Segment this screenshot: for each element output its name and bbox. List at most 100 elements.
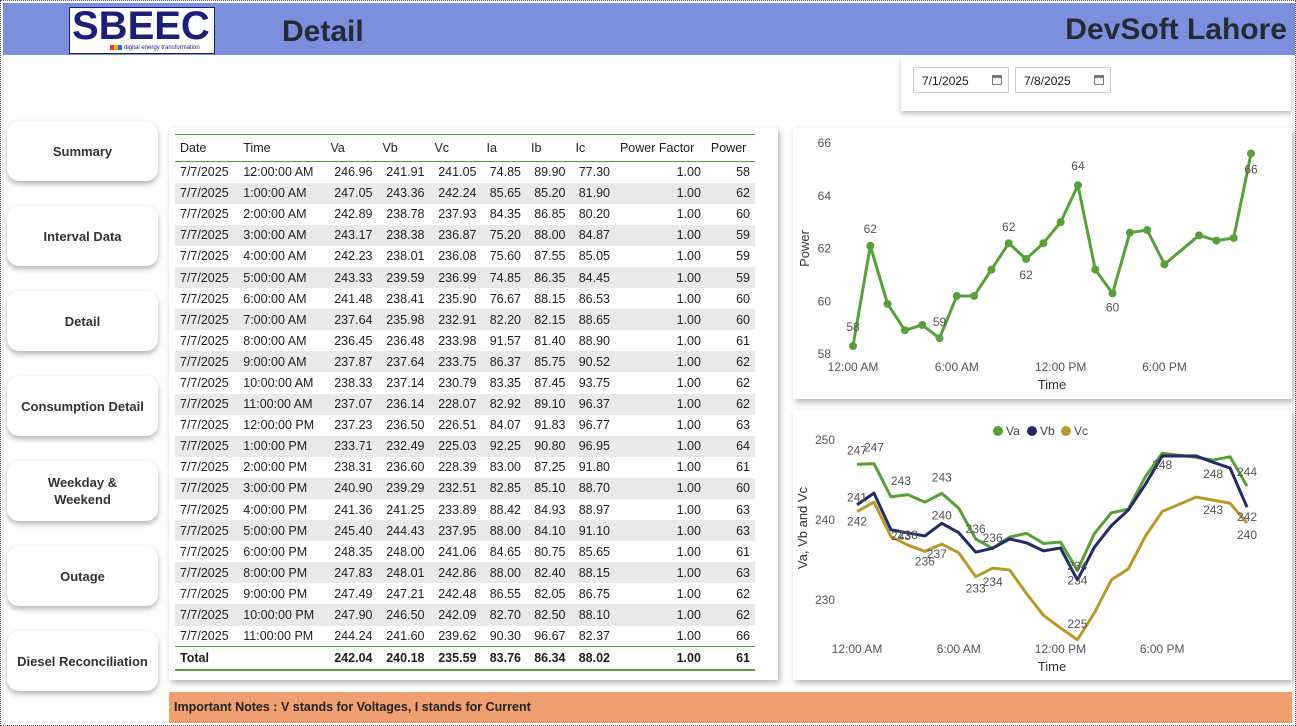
cell-time: 8:00:00 PM [238, 562, 326, 584]
cell-ib: 84.10 [525, 520, 571, 542]
data-point[interactable] [849, 342, 857, 351]
cell-ia: 91.57 [489, 333, 521, 348]
series-line-vc [856, 495, 1249, 642]
data-point[interactable] [1212, 236, 1221, 245]
cell-ib: 85.10 [525, 477, 571, 499]
cell-time: 10:00:00 AM [243, 375, 314, 390]
cell-power-factor: 1.00 [676, 249, 701, 264]
column-header-va[interactable]: Va [325, 134, 378, 162]
nav-diesel-reconciliation-button[interactable]: Diesel Reconciliation [7, 631, 158, 691]
data-point[interactable] [970, 291, 979, 300]
cell-ic: 86.75 [578, 586, 610, 601]
cell-vc: 233.75 [429, 351, 482, 373]
cell-ib: 84.93 [534, 502, 566, 517]
cell-time: 1:00:00 PM [238, 435, 326, 457]
y-tick-label: 62 [818, 242, 832, 256]
legend-label[interactable]: Vc [1074, 424, 1088, 438]
data-label: 242 [847, 515, 867, 529]
data-point[interactable] [1229, 233, 1238, 242]
cell-ib: 89.90 [534, 165, 566, 180]
cell-vb: 236.50 [386, 418, 425, 433]
column-header-date[interactable]: Date [175, 134, 239, 162]
data-point[interactable] [866, 241, 875, 250]
total-cell-power: 61 [705, 646, 755, 671]
end-date-input[interactable]: 7/8/2025 [1015, 67, 1111, 93]
data-point[interactable] [883, 299, 892, 308]
data-point[interactable] [1125, 228, 1134, 237]
cell-vc: 237.93 [438, 207, 477, 222]
nav-outage-button[interactable]: Outage [7, 546, 158, 606]
cell-ia: 84.35 [489, 207, 521, 222]
column-header-vc[interactable]: Vc [429, 134, 482, 162]
logo-tagline-text: digital energy transformation [124, 45, 200, 52]
cell-time: 6:00:00 PM [243, 544, 308, 559]
cell-date: 7/7/2025 [175, 266, 239, 289]
cell-ia: 84.07 [489, 418, 521, 433]
column-header-time[interactable]: Time [238, 134, 326, 162]
cell-date: 7/7/2025 [180, 460, 229, 475]
column-header-ia[interactable]: Ia [481, 134, 526, 162]
data-point[interactable] [1056, 218, 1065, 227]
data-point[interactable] [900, 326, 909, 335]
data-point[interactable] [952, 291, 961, 300]
cell-ib: 81.40 [534, 333, 566, 348]
cell-vb: 238.38 [377, 224, 430, 246]
nav-summary-button[interactable]: Summary [7, 121, 158, 181]
cell-vc: 225.03 [429, 435, 482, 457]
column-header-power[interactable]: Power [705, 134, 755, 162]
data-point[interactable] [987, 265, 996, 274]
nav-consumption-detail-button[interactable]: Consumption Detail [7, 376, 158, 436]
cell-power-factor: 1.00 [614, 351, 706, 373]
data-point[interactable] [1022, 255, 1031, 264]
data-label: 62 [1002, 220, 1016, 234]
column-header-vb[interactable]: Vb [377, 134, 430, 162]
cell-vb: 238.01 [386, 249, 425, 264]
nav-detail-button[interactable]: Detail [7, 291, 158, 351]
cell-vc: 242.86 [429, 562, 482, 584]
nav-weekday-weekend-button[interactable]: Weekday & Weekend [7, 461, 158, 521]
data-point[interactable] [1039, 239, 1048, 248]
data-point[interactable] [1004, 239, 1013, 248]
total-cell-time [238, 646, 326, 671]
table-row: 7/7/2025 3:00:00 PM 240.90 239.29 232.51 82.8… [175, 477, 755, 499]
data-point[interactable] [935, 334, 944, 343]
cell-vc: 236.87 [429, 224, 482, 246]
legend-label[interactable]: Vb [1040, 424, 1055, 438]
cell-ib: 88.15 [534, 291, 566, 306]
table-row: 7/7/2025 2:00:00 PM 238.31 236.60 228.39 83.0… [175, 457, 755, 478]
calendar-icon[interactable] [992, 75, 1002, 85]
cell-power: 63 [705, 520, 755, 542]
data-point[interactable] [1143, 226, 1152, 235]
cell-ib: 87.55 [534, 249, 566, 264]
column-header-ic[interactable]: Ic [570, 134, 615, 162]
data-label: 243 [932, 470, 952, 484]
data-point[interactable] [1091, 265, 1100, 274]
cell-time: 2:00:00 AM [243, 207, 307, 222]
data-point[interactable] [1073, 181, 1082, 190]
cell-ib: 87.25 [534, 460, 566, 475]
cell-vc: 228.07 [429, 393, 482, 415]
cell-vc: 232.91 [429, 309, 482, 331]
y-tick-label: 64 [818, 189, 832, 203]
column-header-power-factor[interactable]: Power Factor [614, 134, 706, 162]
cell-vb: 247.21 [386, 586, 425, 601]
table-header-row: Date Time Va Vb Vc Ia Ib Ic Power Factor Power [175, 134, 755, 162]
cell-vc: 241.06 [438, 544, 477, 559]
legend-label[interactable]: Va [1006, 424, 1020, 438]
nav-interval-data-button[interactable]: Interval Data [7, 206, 158, 266]
data-point[interactable] [1160, 260, 1169, 269]
data-point[interactable] [1195, 231, 1204, 240]
cell-time: 3:00:00 AM [238, 224, 326, 246]
table-row: 7/7/2025 11:00:00 PM 244.24 241.60 239.62 90.… [175, 626, 755, 647]
cell-vb: 237.14 [386, 375, 425, 390]
data-label: 241 [847, 491, 867, 505]
data-point[interactable] [918, 320, 927, 329]
column-header-ib[interactable]: Ib [525, 134, 571, 162]
data-point[interactable] [1108, 289, 1117, 298]
data-point[interactable] [1247, 149, 1255, 158]
legend-marker [993, 426, 1003, 436]
calendar-icon[interactable] [1094, 75, 1104, 85]
data-label: 244 [1237, 465, 1257, 479]
start-date-input[interactable]: 7/1/2025 [913, 67, 1009, 93]
cell-date: 7/7/2025 [180, 586, 229, 601]
